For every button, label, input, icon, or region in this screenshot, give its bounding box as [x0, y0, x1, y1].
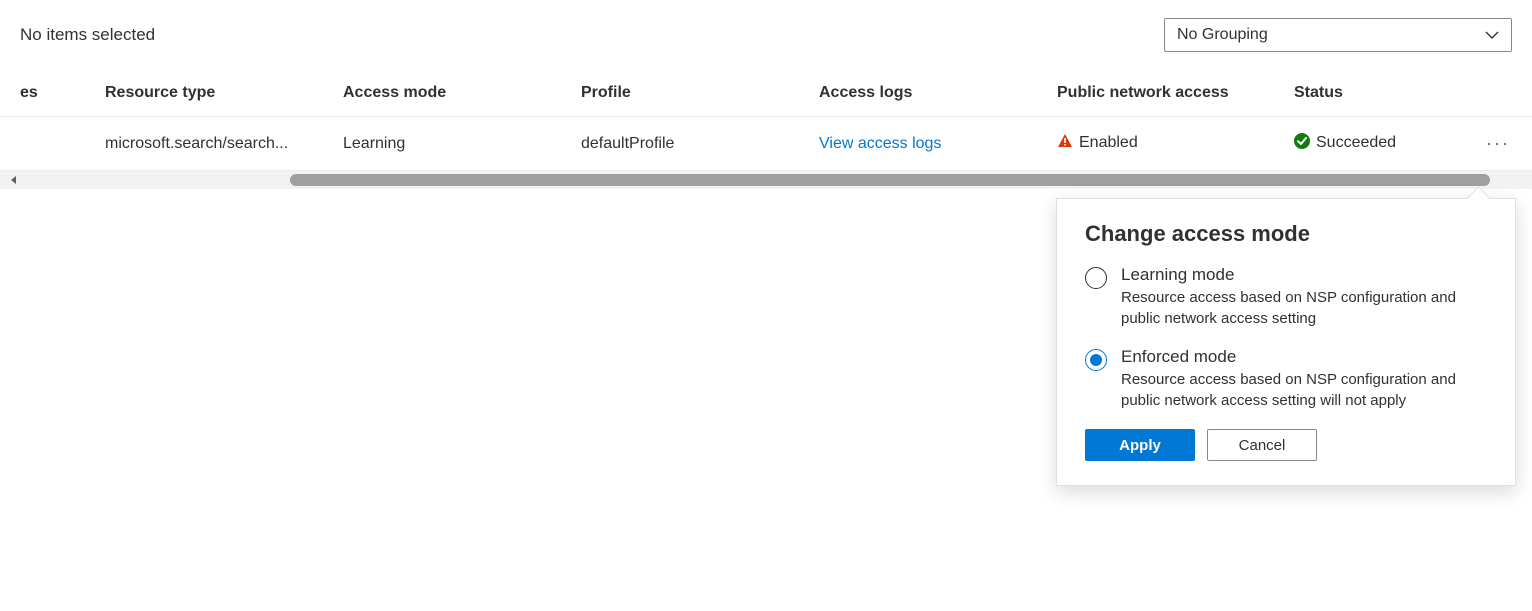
- option-learning-mode[interactable]: Learning mode Resource access based on N…: [1085, 265, 1487, 329]
- selection-status: No items selected: [20, 25, 155, 45]
- cell-access-mode: Learning: [343, 135, 581, 153]
- popover-actions: Apply Cancel: [1085, 429, 1487, 461]
- cell-status: Succeeded: [1294, 133, 1474, 154]
- pna-value: Enabled: [1079, 134, 1138, 151]
- scroll-left-icon[interactable]: [0, 175, 28, 185]
- scroll-track[interactable]: [28, 174, 1532, 186]
- chevron-down-icon: [1485, 28, 1499, 42]
- option-learning-desc: Resource access based on NSP configurati…: [1121, 287, 1487, 329]
- grouping-dropdown[interactable]: No Grouping: [1164, 18, 1512, 52]
- option-enforced-desc: Resource access based on NSP configurati…: [1121, 369, 1487, 411]
- scroll-thumb[interactable]: [290, 174, 1490, 186]
- col-header-profile[interactable]: Profile: [581, 84, 819, 102]
- apply-button[interactable]: Apply: [1085, 429, 1195, 461]
- more-actions-icon[interactable]: ···: [1486, 133, 1510, 153]
- option-enforced-title: Enforced mode: [1121, 347, 1487, 367]
- col-header-access-mode[interactable]: Access mode: [343, 84, 581, 102]
- view-access-logs-link[interactable]: View access logs: [819, 135, 941, 152]
- col-header-resource-type[interactable]: Resource type: [105, 84, 343, 102]
- grouping-value: No Grouping: [1177, 26, 1268, 44]
- cell-public-network-access: Enabled: [1057, 133, 1294, 154]
- resource-table: es Resource type Access mode Profile Acc…: [0, 70, 1532, 189]
- horizontal-scrollbar[interactable]: [0, 171, 1532, 189]
- col-header-access-logs[interactable]: Access logs: [819, 84, 1057, 102]
- col-header-status[interactable]: Status: [1294, 84, 1474, 102]
- col-header-public-network-access[interactable]: Public network access: [1057, 84, 1294, 102]
- option-learning-title: Learning mode: [1121, 265, 1487, 285]
- success-icon: [1294, 133, 1310, 154]
- popover-title: Change access mode: [1085, 221, 1487, 247]
- status-value: Succeeded: [1316, 134, 1396, 151]
- radio-learning[interactable]: [1085, 267, 1107, 289]
- radio-enforced[interactable]: [1085, 349, 1107, 371]
- cell-profile: defaultProfile: [581, 135, 819, 153]
- cancel-button[interactable]: Cancel: [1207, 429, 1317, 461]
- col-header-name[interactable]: es: [0, 84, 105, 102]
- toolbar: No items selected No Grouping: [0, 0, 1532, 70]
- warning-icon: [1057, 133, 1073, 154]
- table-row[interactable]: microsoft.search/search... Learning defa…: [0, 117, 1532, 171]
- option-enforced-mode[interactable]: Enforced mode Resource access based on N…: [1085, 347, 1487, 411]
- cell-resource-type: microsoft.search/search...: [105, 135, 343, 153]
- row-actions: ···: [1474, 133, 1522, 154]
- change-access-mode-popover: Change access mode Learning mode Resourc…: [1056, 198, 1516, 486]
- cell-access-logs: View access logs: [819, 135, 1057, 153]
- table-header-row: es Resource type Access mode Profile Acc…: [0, 70, 1532, 117]
